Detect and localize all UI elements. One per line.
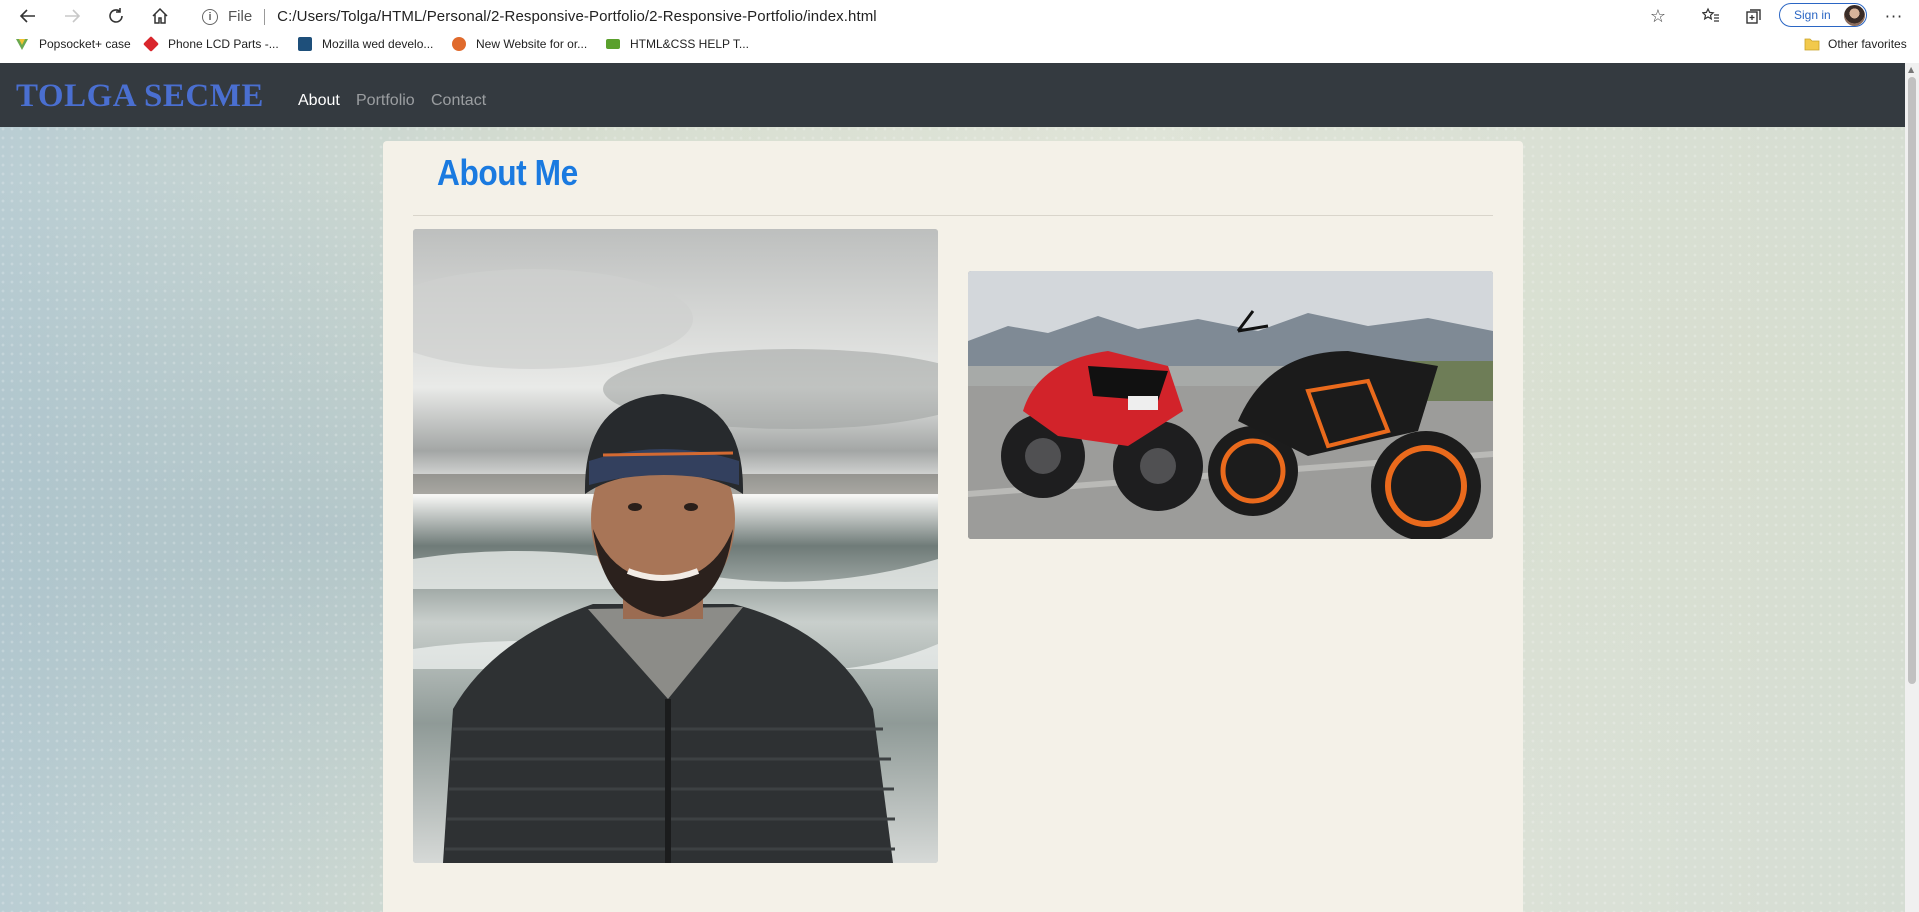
address-url[interactable]: C:/Users/Tolga/HTML/Personal/2-Responsiv… <box>277 8 877 25</box>
scroll-thumb[interactable] <box>1908 77 1916 684</box>
title-divider <box>413 215 1493 216</box>
collections-icon[interactable] <box>1739 3 1769 29</box>
address-bar[interactable]: i File C:/Users/Tolga/HTML/Personal/2-Re… <box>188 2 1678 31</box>
portrait-photo <box>413 229 938 863</box>
browser-toolbar: i File C:/Users/Tolga/HTML/Personal/2-Re… <box>0 0 1919 33</box>
nav-link-about[interactable]: About <box>298 92 340 110</box>
home-icon[interactable] <box>145 3 175 29</box>
bookmark-label: Phone LCD Parts -... <box>168 37 279 51</box>
favorites-list-icon[interactable] <box>1696 3 1726 29</box>
star-icon[interactable]: ☆ <box>1650 6 1666 27</box>
bookmark-label: HTML&CSS HELP T... <box>630 37 749 51</box>
avatar <box>1844 5 1865 26</box>
other-favorites-label: Other favorites <box>1828 37 1907 51</box>
other-favorites[interactable]: Other favorites <box>1804 37 1907 51</box>
folder-icon <box>1804 37 1820 51</box>
scroll-up-icon[interactable]: ▲ <box>1908 65 1914 74</box>
address-scheme: File <box>228 8 253 25</box>
address-divider <box>264 8 266 25</box>
bookmark-favicon-icon <box>143 36 159 52</box>
bookmark-label: Popsocket+ case <box>39 37 131 51</box>
bookmark-label: Mozilla wed develo... <box>322 37 434 51</box>
bookmark-item[interactable]: Popsocket+ case <box>15 37 131 51</box>
page-title: About Me <box>437 152 578 193</box>
info-icon[interactable]: i <box>202 8 218 25</box>
refresh-icon[interactable] <box>101 3 131 29</box>
bookmark-favicon-icon <box>298 37 312 51</box>
motorcycles-photo <box>968 271 1493 539</box>
bookmark-item[interactable]: New Website for or... <box>452 37 587 51</box>
bookmark-item[interactable]: Phone LCD Parts -... <box>143 36 279 52</box>
nav-link-contact[interactable]: Contact <box>431 92 486 110</box>
sign-in-button[interactable]: Sign in <box>1779 3 1867 27</box>
forward-arrow-icon[interactable] <box>57 3 87 29</box>
page-scrollbar[interactable]: ▲ <box>1905 63 1919 912</box>
more-icon[interactable]: ··· <box>1879 3 1909 29</box>
bookmark-favicon-icon <box>15 37 29 51</box>
bookmark-favicon-icon <box>452 37 466 51</box>
site-brand[interactable]: TOLGA SECME <box>16 78 264 115</box>
bookmark-item[interactable]: HTML&CSS HELP T... <box>606 37 749 51</box>
bookmark-item[interactable]: Mozilla wed develo... <box>298 37 433 51</box>
nav-link-portfolio[interactable]: Portfolio <box>356 92 415 110</box>
bookmarks-bar: Popsocket+ case Phone LCD Parts -... Moz… <box>0 33 1919 59</box>
web-page: TOLGA SECME About Portfolio Contact Abou… <box>0 63 1905 912</box>
about-card: About Me <box>383 141 1523 912</box>
site-navbar: TOLGA SECME About Portfolio Contact <box>0 63 1905 127</box>
bookmark-label: New Website for or... <box>476 37 588 51</box>
back-arrow-icon[interactable] <box>13 3 43 29</box>
sign-in-label: Sign in <box>1794 8 1831 22</box>
bookmark-favicon-icon <box>606 39 620 49</box>
